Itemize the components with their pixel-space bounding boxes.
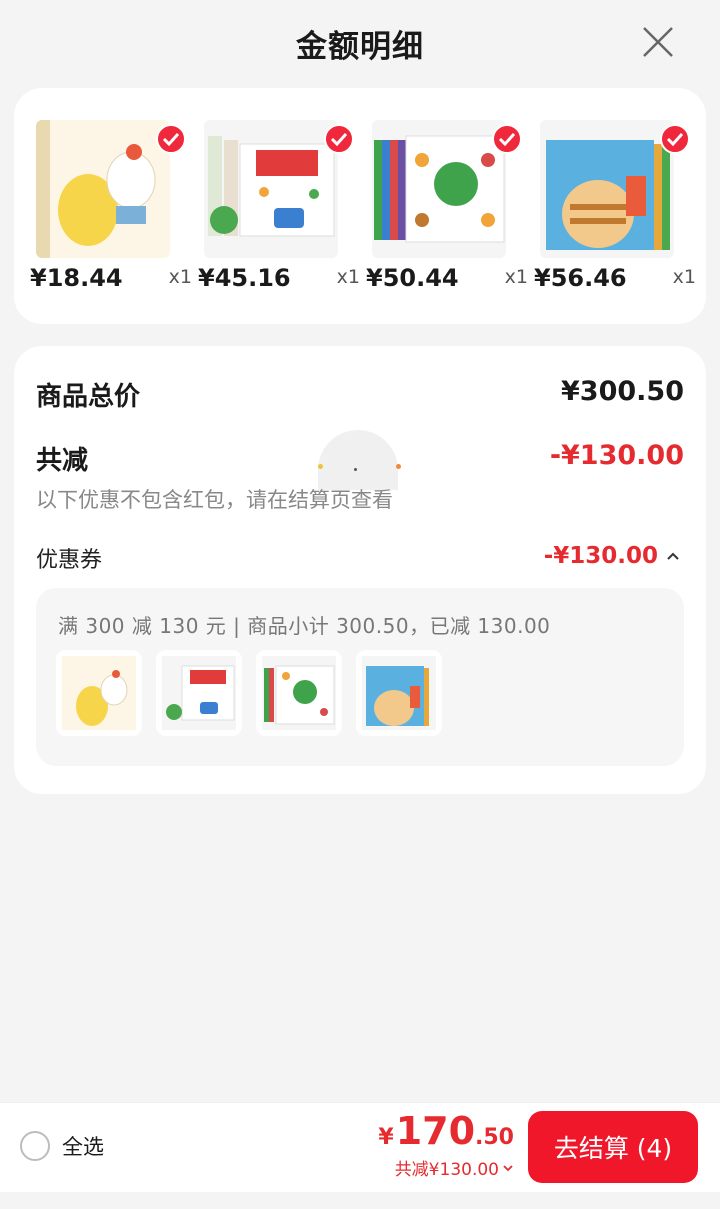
product-item[interactable]: ¥45.16 x1 (198, 114, 360, 304)
coupon-label: 优惠券 (36, 548, 103, 573)
chevron-down-icon (503, 1164, 513, 1171)
product-item[interactable]: ¥18.44 x1 (30, 114, 192, 304)
loading-dot (354, 468, 357, 471)
chevron-up-icon (667, 552, 679, 560)
page-title: 金额明细 (296, 28, 424, 65)
coupon-toggle[interactable]: -¥130.00 (544, 543, 680, 569)
product-qty: x1 (504, 266, 528, 288)
checkout-button[interactable]: 去结算 (4) (528, 1111, 698, 1183)
close-icon (643, 27, 673, 57)
product-thumbnail (36, 120, 170, 258)
subtotal-value: ¥300.50 (561, 376, 684, 407)
product-price: ¥18.44 (30, 264, 123, 292)
loading-dot (396, 464, 401, 469)
product-price: ¥45.16 (198, 264, 291, 292)
selected-check-icon[interactable] (492, 124, 522, 154)
loading-dot (318, 464, 323, 469)
close-button[interactable] (638, 22, 678, 62)
select-all-label: 全选 (62, 1135, 104, 1159)
coupon-product-thumbnail (156, 650, 242, 736)
total-decimal: .50 (475, 1125, 514, 1150)
discount-note: 以下优惠不包含红包，请在结算页查看 (36, 488, 393, 512)
loading-indicator (318, 430, 398, 490)
selected-check-icon[interactable] (156, 124, 186, 154)
coupon-value: -¥130.00 (543, 543, 658, 569)
total-integer: 170 (395, 1109, 476, 1153)
select-all-radio[interactable] (20, 1131, 50, 1161)
subtotal-label: 商品总价 (36, 382, 141, 412)
product-thumbnail (540, 120, 674, 258)
total-reduce-toggle[interactable]: 共减¥130.00 (378, 1155, 514, 1180)
price-details-card: 商品总价 ¥300.50 共减 -¥130.00 以下优惠不包含红包，请在结算页… (14, 346, 706, 794)
header: 金额明细 (0, 0, 720, 86)
discount-value: -¥130.00 (549, 440, 684, 471)
product-qty: x1 (168, 266, 192, 288)
product-thumbnail (372, 120, 506, 258)
products-card: ¥18.44 x1 ¥45.16 x1 ¥50.44 x1 ¥56.46 x1 (14, 88, 706, 324)
select-all-toggle[interactable]: 全选 (20, 1131, 104, 1161)
coupon-description: 满 300 减 130 元 | 商品小计 300.50，已减 130.00 (58, 614, 551, 638)
coupon-product-thumbnail (356, 650, 442, 736)
total-amount: ¥ 170 .50 共减¥130.00 (378, 1109, 514, 1180)
bottom-checkout-bar: 全选 ¥ 170 .50 共减¥130.00 去结算 (4) (0, 1102, 720, 1192)
product-qty: x1 (672, 266, 696, 288)
total-reduce-text: 共减¥130.00 (394, 1160, 499, 1180)
product-price: ¥50.44 (366, 264, 459, 292)
total-currency: ¥ (378, 1125, 394, 1150)
coupon-detail-box: 满 300 减 130 元 | 商品小计 300.50，已减 130.00 (36, 588, 684, 766)
product-thumbnail (204, 120, 338, 258)
product-price: ¥56.46 (534, 264, 627, 292)
coupon-product-thumbnail (56, 650, 142, 736)
product-qty: x1 (336, 266, 360, 288)
product-item[interactable]: ¥56.46 x1 (534, 114, 696, 304)
product-item[interactable]: ¥50.44 x1 (366, 114, 528, 304)
selected-check-icon[interactable] (324, 124, 354, 154)
discount-label: 共减 (36, 446, 89, 476)
coupon-product-thumbnail (256, 650, 342, 736)
selected-check-icon[interactable] (660, 124, 690, 154)
